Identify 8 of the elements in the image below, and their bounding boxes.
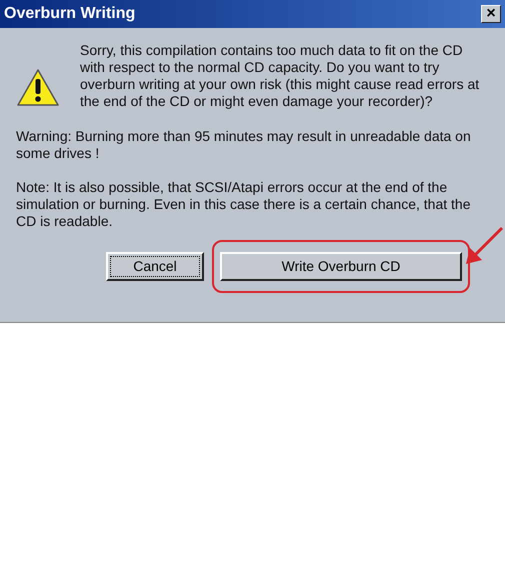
close-button[interactable]: × bbox=[481, 5, 501, 23]
dialog-button[interactable]: Write Overburn CD bbox=[220, 252, 462, 281]
window-title: Overburn Writing bbox=[4, 4, 136, 24]
note-text: Note: It is also possible, that SCSI/Atapi errors occur at the end of the simulation or burning. Even in this case there is a certain chance, that the CD is readable. bbox=[16, 179, 472, 230]
message-text: Sorry, this compilation contains too much data to fit on the CD with respect to the normal CD capacity. Do you want to try overburn writing at your own risk (this might cause read errors at the end of the CD or might even damage your recorder)? bbox=[80, 42, 480, 110]
warning-text: Warning: Burning more than 95 minutes may result in unreadable data on some drives ! bbox=[16, 128, 472, 162]
dialog-button[interactable]: Cancel bbox=[106, 252, 204, 281]
warning-icon bbox=[16, 68, 60, 108]
